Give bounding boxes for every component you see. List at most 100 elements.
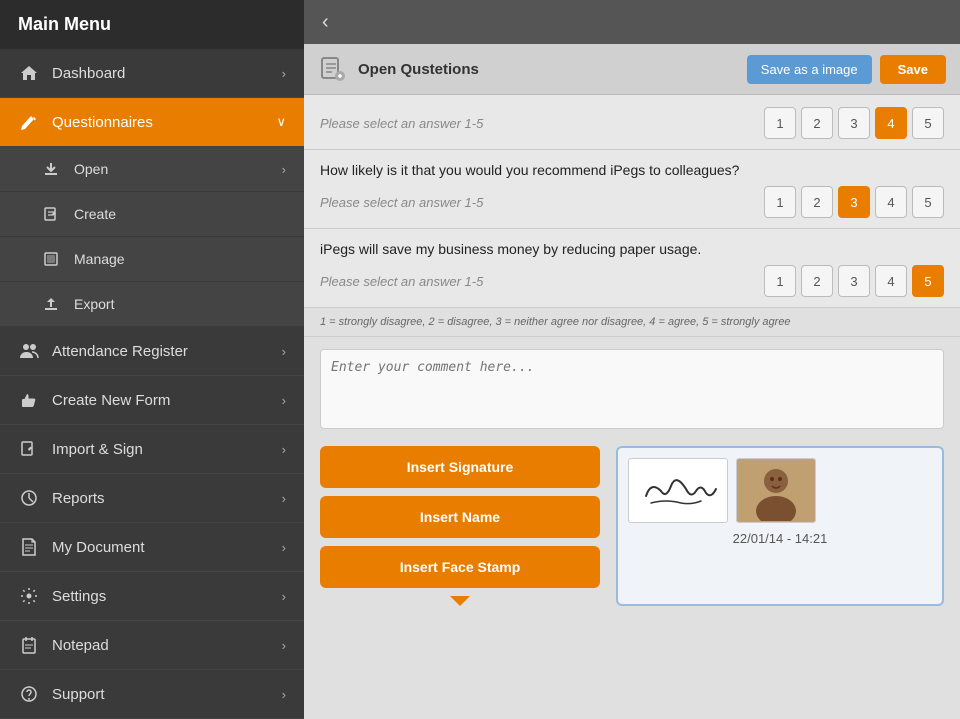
save-button[interactable]: Save (880, 55, 946, 84)
insert-face-stamp-button[interactable]: Insert Face Stamp (320, 546, 600, 588)
scale-note: 1 = strongly disagree, 2 = disagree, 3 =… (304, 308, 960, 337)
sidebar-item-dashboard[interactable]: Dashboard › (0, 49, 304, 98)
sidebar-title: Main Menu (18, 14, 111, 34)
form-header-icon (318, 54, 348, 84)
rating-btn-3[interactable]: 3 (838, 186, 870, 218)
bottom-area: Insert Signature Insert Name Insert Face… (304, 446, 960, 622)
answer-placeholder: Please select an answer 1-5 (320, 116, 756, 131)
settings-icon (18, 585, 40, 607)
rating-btn-4[interactable]: 4 (875, 107, 907, 139)
chevron-right-icon: › (282, 540, 286, 555)
chevron-right-icon: › (282, 687, 286, 702)
header-buttons: Save as a image Save (747, 55, 946, 84)
export-icon (40, 293, 62, 315)
rating-btn-1[interactable]: 1 (764, 186, 796, 218)
question-text-2: How likely is it that you would you reco… (320, 162, 944, 178)
manage-icon (40, 248, 62, 270)
main-content: ‹ Open Qustetions Save as a image Save P (304, 0, 960, 719)
sidebar-item-my-document[interactable]: My Document › (0, 523, 304, 572)
answer-placeholder-3: Please select an answer 1-5 (320, 274, 756, 289)
sidebar-item-label: Reports (52, 490, 105, 507)
form-header: Open Qustetions Save as a image Save (304, 44, 960, 95)
sidebar-item-label: Import & Sign (52, 441, 143, 458)
rating-buttons-q2: 1 2 3 4 5 (764, 186, 944, 218)
attendance-icon (18, 340, 40, 362)
signature-images (628, 458, 932, 523)
insert-signature-button[interactable]: Insert Signature (320, 446, 600, 488)
form-title: Open Qustetions (358, 61, 479, 78)
answer-placeholder-2: Please select an answer 1-5 (320, 195, 756, 210)
chevron-right-icon: › (282, 162, 286, 177)
rating-btn-2[interactable]: 2 (801, 265, 833, 297)
signature-timestamp: 22/01/14 - 14:21 (733, 531, 828, 546)
rating-btn-2[interactable]: 2 (801, 107, 833, 139)
chevron-right-icon: › (282, 393, 286, 408)
signature-drawing (628, 458, 728, 523)
sidebar-item-notepad[interactable]: Notepad › (0, 621, 304, 670)
question-block-3: iPegs will save my business money by red… (304, 229, 960, 308)
sidebar-item-label: Notepad (52, 637, 109, 654)
sidebar-item-create[interactable]: Create (0, 192, 304, 237)
face-photo (736, 458, 816, 523)
open-icon (40, 158, 62, 180)
chevron-right-icon: › (282, 442, 286, 457)
chevron-right-icon: › (282, 589, 286, 604)
comment-input[interactable] (320, 349, 944, 429)
sidebar-item-import-sign[interactable]: Import & Sign › (0, 425, 304, 474)
chevron-right-icon: › (282, 344, 286, 359)
rating-buttons-q3: 1 2 3 4 5 (764, 265, 944, 297)
sidebar-item-label: Support (52, 686, 105, 703)
rating-btn-5[interactable]: 5 (912, 265, 944, 297)
sidebar-item-create-new-form[interactable]: Create New Form › (0, 376, 304, 425)
chevron-right-icon: › (282, 491, 286, 506)
reports-icon (18, 487, 40, 509)
sidebar-item-open[interactable]: Open › (0, 147, 304, 192)
sidebar-item-label: Questionnaires (52, 114, 153, 131)
pencil-icon (18, 111, 40, 133)
collapse-sidebar-button[interactable]: ‹ (314, 7, 337, 38)
sidebar-item-settings[interactable]: Settings › (0, 572, 304, 621)
rating-btn-1[interactable]: 1 (764, 265, 796, 297)
sidebar: Main Menu Dashboard › Questionnaires ∨ (0, 0, 304, 719)
submenu-open-label: Open (74, 161, 108, 177)
rating-btn-4[interactable]: 4 (875, 265, 907, 297)
rating-btn-5[interactable]: 5 (912, 107, 944, 139)
sidebar-item-export[interactable]: Export (0, 282, 304, 327)
signature-preview: 22/01/14 - 14:21 (616, 446, 944, 606)
rating-btn-3[interactable]: 3 (838, 107, 870, 139)
questionnaires-submenu: Open › Create (0, 147, 304, 327)
question-text-3: iPegs will save my business money by red… (320, 241, 944, 257)
action-buttons: Insert Signature Insert Name Insert Face… (320, 446, 600, 606)
insert-name-button[interactable]: Insert Name (320, 496, 600, 538)
sidebar-item-support[interactable]: Support › (0, 670, 304, 719)
rating-btn-4[interactable]: 4 (875, 186, 907, 218)
sidebar-item-label: Attendance Register (52, 343, 188, 360)
rating-btn-5[interactable]: 5 (912, 186, 944, 218)
dropdown-arrow-icon (450, 596, 470, 606)
sidebar-item-manage[interactable]: Manage (0, 237, 304, 282)
submenu-manage-label: Manage (74, 251, 125, 267)
submenu-export-label: Export (74, 296, 114, 312)
sidebar-item-attendance[interactable]: Attendance Register › (0, 327, 304, 376)
sidebar-header: Main Menu (0, 0, 304, 49)
sidebar-item-label: Dashboard (52, 65, 125, 82)
notepad-icon (18, 634, 40, 656)
save-as-image-button[interactable]: Save as a image (747, 55, 872, 84)
thumbsup-icon (18, 389, 40, 411)
rating-btn-2[interactable]: 2 (801, 186, 833, 218)
top-bar: ‹ (304, 0, 960, 44)
rating-btn-1[interactable]: 1 (764, 107, 796, 139)
support-icon (18, 683, 40, 705)
sidebar-item-reports[interactable]: Reports › (0, 474, 304, 523)
submenu-create-label: Create (74, 206, 116, 222)
create-icon (40, 203, 62, 225)
chevron-right-icon: › (282, 638, 286, 653)
import-sign-icon (18, 438, 40, 460)
sidebar-item-label: Create New Form (52, 392, 170, 409)
home-icon (18, 62, 40, 84)
document-icon (18, 536, 40, 558)
rating-btn-3[interactable]: 3 (838, 265, 870, 297)
sidebar-item-questionnaires[interactable]: Questionnaires ∨ (0, 98, 304, 147)
chevron-right-icon: › (282, 66, 286, 81)
rating-buttons-q1: 1 2 3 4 5 (764, 107, 944, 139)
